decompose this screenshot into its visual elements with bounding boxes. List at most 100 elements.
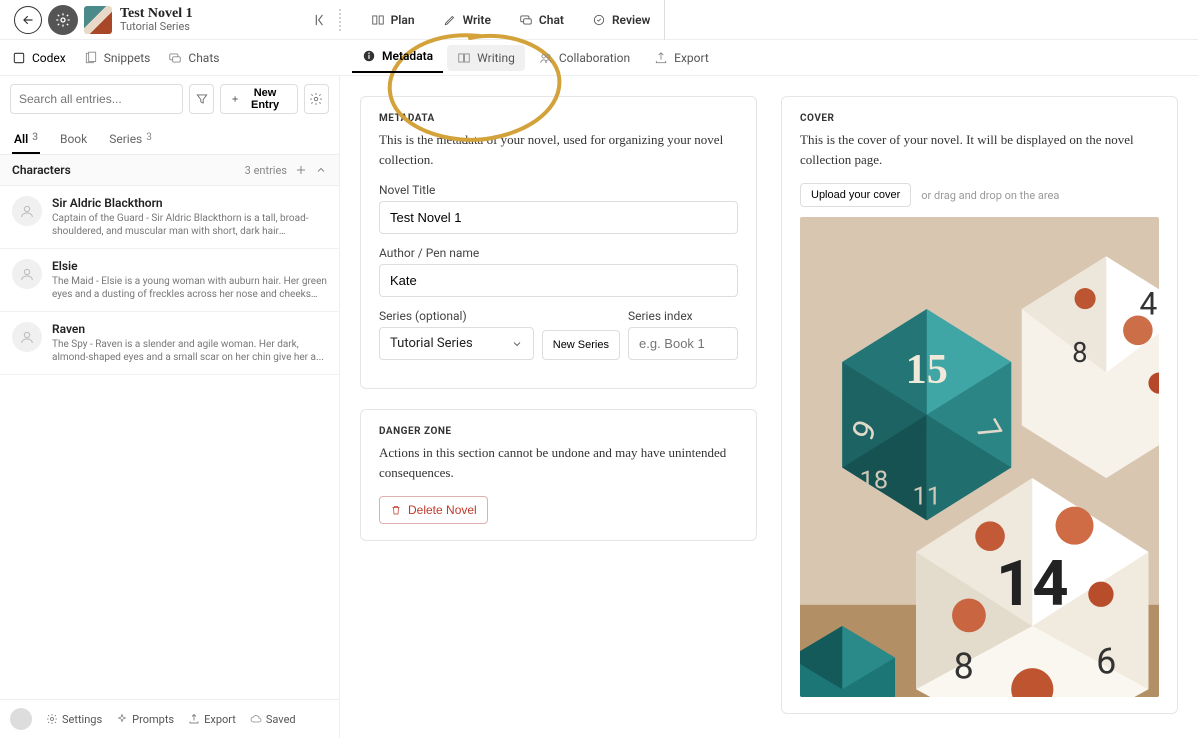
footer-saved: Saved <box>250 713 296 726</box>
series-select-value: Tutorial Series <box>390 336 473 351</box>
entry-desc: The Spy - Raven is a slender and agile w… <box>52 338 327 364</box>
new-series-button[interactable]: New Series <box>542 330 620 360</box>
series-label: Series (optional) <box>379 309 534 323</box>
card-heading: METADATA <box>379 113 738 124</box>
entry-name: Elsie <box>52 259 327 273</box>
delete-novel-button[interactable]: Delete Novel <box>379 496 488 524</box>
section-header-characters[interactable]: Characters 3 entries <box>0 155 339 186</box>
export-icon <box>654 51 668 65</box>
avatar <box>12 259 42 289</box>
sparkle-icon <box>116 713 128 725</box>
footer-prompts[interactable]: Prompts <box>116 713 174 726</box>
new-entry-button[interactable]: New Entry <box>220 84 298 114</box>
avatar <box>12 322 42 352</box>
mode-tab-write[interactable]: Write <box>429 0 505 40</box>
series-select[interactable]: Tutorial Series <box>379 327 534 360</box>
leftnav-label: Snippets <box>104 51 151 65</box>
gear-icon <box>55 12 71 28</box>
chevron-down-icon <box>511 338 523 350</box>
rightnav-writing[interactable]: Writing <box>447 45 525 71</box>
avatar <box>12 196 42 226</box>
svg-text:18: 18 <box>860 466 888 496</box>
mode-tab-review[interactable]: Review <box>578 0 664 40</box>
collapse-icon <box>314 13 328 27</box>
upload-hint: or drag and drop on the area <box>921 189 1059 202</box>
rightnav-metadata[interactable]: Metadata <box>352 43 443 73</box>
footer-settings[interactable]: Settings <box>46 713 102 726</box>
section-add-button[interactable] <box>295 164 307 176</box>
leftnav-chats[interactable]: Chats <box>168 51 219 65</box>
filter-tab-book[interactable]: Book <box>58 126 89 154</box>
person-icon <box>19 203 35 219</box>
novel-title-input[interactable] <box>379 201 738 234</box>
rightnav-label: Export <box>674 51 709 65</box>
codex-icon <box>12 51 26 65</box>
novel-series-subtitle: Tutorial Series <box>120 21 193 33</box>
card-heading: DANGER ZONE <box>379 426 738 437</box>
filter-icon <box>195 92 209 106</box>
author-input[interactable] <box>379 264 738 297</box>
gear-icon <box>309 92 323 106</box>
mode-tab-chat[interactable]: Chat <box>505 0 578 40</box>
settings-circle-button[interactable] <box>48 5 78 35</box>
svg-text:11: 11 <box>912 482 940 512</box>
filter-tab-count: 3 <box>32 132 38 146</box>
upload-cover-button[interactable]: Upload your cover <box>800 183 911 207</box>
filter-tab-count: 3 <box>146 132 152 148</box>
chat-icon <box>519 13 533 27</box>
filter-tab-label: Book <box>60 132 87 148</box>
svg-text:14: 14 <box>996 547 1069 621</box>
person-icon <box>19 266 35 282</box>
trash-icon <box>390 504 402 516</box>
leftnav-codex[interactable]: Codex <box>12 51 66 65</box>
filter-tab-label: All <box>14 132 28 146</box>
people-icon <box>539 51 553 65</box>
cover-image-dropzone[interactable]: 15 9 7 18 11 <box>800 217 1159 697</box>
back-button[interactable] <box>14 6 42 34</box>
mode-tab-label: Chat <box>539 13 564 27</box>
rightnav-export[interactable]: Export <box>644 45 719 71</box>
card-heading: COVER <box>800 113 1159 124</box>
search-input[interactable] <box>10 84 183 114</box>
export-icon <box>188 713 200 725</box>
entry-desc: Captain of the Guard - Sir Aldric Blackt… <box>52 212 327 238</box>
novel-title-label: Novel Title <box>379 183 738 197</box>
section-collapse-button[interactable] <box>315 164 327 176</box>
drag-handle[interactable] <box>335 9 345 31</box>
section-title: Characters <box>12 163 71 177</box>
filter-tab-all[interactable]: All 3 <box>12 126 40 154</box>
list-item[interactable]: Elsie The Maid - Elsie is a young woman … <box>0 249 339 312</box>
card-description: Actions in this section cannot be undone… <box>379 443 738 482</box>
filter-button[interactable] <box>189 84 214 114</box>
series-index-input[interactable] <box>628 327 738 360</box>
collapse-sidebar-button[interactable] <box>311 10 331 30</box>
list-item[interactable]: Raven The Spy - Raven is a slender and a… <box>0 312 339 375</box>
rightnav-collaboration[interactable]: Collaboration <box>529 45 640 71</box>
mode-tab-label: Review <box>612 13 650 27</box>
plus-icon <box>231 94 239 104</box>
mode-tab-label: Write <box>463 13 491 27</box>
leftnav-snippets[interactable]: Snippets <box>84 51 151 65</box>
sidebar-settings-button[interactable] <box>304 84 329 114</box>
chevron-up-icon <box>315 164 327 176</box>
pencil-icon <box>443 13 457 27</box>
mode-tab-label: Plan <box>391 13 415 27</box>
review-icon <box>592 13 606 27</box>
section-count: 3 entries <box>245 164 287 177</box>
filter-tab-label: Series <box>109 132 142 148</box>
entry-name: Sir Aldric Blackthorn <box>52 196 327 210</box>
rightnav-label: Collaboration <box>559 51 630 65</box>
novel-thumbnail <box>84 6 112 34</box>
filter-tab-series[interactable]: Series 3 <box>107 126 154 154</box>
rightnav-label: Metadata <box>382 49 433 63</box>
gear-icon <box>46 713 58 725</box>
footer-label: Saved <box>266 713 296 726</box>
info-icon <box>362 49 376 63</box>
user-avatar[interactable] <box>10 708 32 730</box>
cloud-icon <box>250 713 262 725</box>
footer-export[interactable]: Export <box>188 713 236 726</box>
mode-tab-plan[interactable]: Plan <box>357 0 429 40</box>
cover-image: 15 9 7 18 11 <box>800 217 1159 697</box>
author-label: Author / Pen name <box>379 246 738 260</box>
list-item[interactable]: Sir Aldric Blackthorn Captain of the Gua… <box>0 186 339 249</box>
